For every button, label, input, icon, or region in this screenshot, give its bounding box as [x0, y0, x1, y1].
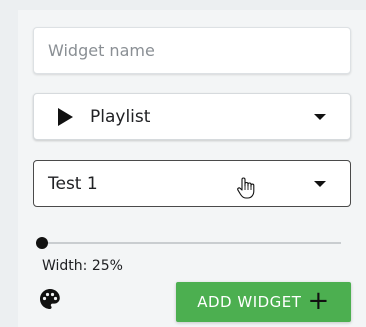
width-slider-thumb[interactable] — [36, 237, 48, 249]
add-widget-label: ADD WIDGET — [197, 293, 302, 311]
add-widget-button[interactable]: ADD WIDGET + — [176, 282, 351, 322]
source-select-value: Test 1 — [48, 173, 98, 194]
width-label: Width: 25% — [42, 258, 123, 274]
chevron-down-icon[interactable] — [314, 113, 326, 120]
plus-icon: + — [307, 286, 330, 316]
widget-type-select[interactable]: Playlist — [33, 93, 351, 140]
hand-cursor-icon — [237, 177, 255, 199]
widget-name-input[interactable]: Widget name — [33, 27, 351, 74]
source-select[interactable]: Test 1 — [33, 160, 351, 207]
widget-type-value: Playlist — [90, 106, 151, 127]
widget-name-placeholder: Widget name — [48, 41, 155, 60]
width-slider-track[interactable] — [42, 242, 341, 244]
chevron-down-icon[interactable] — [314, 180, 326, 187]
play-icon — [58, 107, 73, 126]
palette-icon[interactable] — [38, 287, 62, 311]
